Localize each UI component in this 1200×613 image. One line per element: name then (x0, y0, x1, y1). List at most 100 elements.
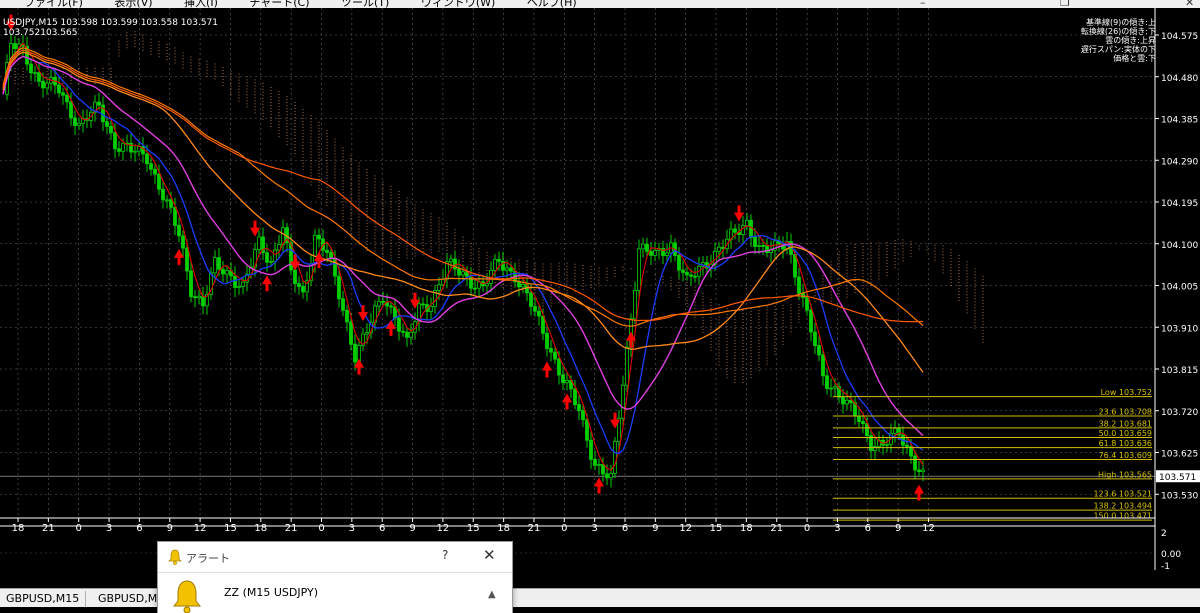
candle-body (649, 251, 653, 256)
candle-body (397, 317, 401, 332)
symbol-subtitle: 103.752103.565 (3, 28, 78, 38)
price-tick-label: 104.480 (1161, 74, 1198, 84)
candle-body (653, 250, 657, 256)
candles (5, 33, 925, 488)
candle-body (817, 345, 821, 356)
candle-body (597, 464, 601, 466)
candle-body (921, 469, 925, 473)
candle-body (565, 380, 569, 384)
candle-body (177, 224, 181, 237)
hour-tick-label: 21 (285, 523, 298, 534)
candle-body (593, 459, 597, 466)
candle-body (685, 272, 689, 276)
price-tick-label: 103.910 (1161, 324, 1198, 334)
hour-tick-label: 0 (76, 523, 82, 534)
candle-body (761, 244, 765, 247)
price-tick-label: 104.575 (1161, 32, 1198, 42)
candle-body (857, 415, 861, 422)
candle-body (181, 235, 185, 249)
candle-body (553, 351, 557, 360)
fibo-label: 23.6 103.708 (1099, 408, 1152, 417)
legend-line: 価格と雲:下 (1113, 54, 1156, 63)
subwindow-axis-label: 0.00 (1161, 550, 1181, 560)
ichimoku-status-legend: 基準線(9)の傾き:上 転換線(26)の傾き:下 雲の傾き:上昇 遅行スパン:実… (1046, 18, 1156, 63)
candle-body (341, 298, 345, 311)
candle-body (689, 274, 693, 277)
hour-tick-label: 15 (710, 523, 723, 534)
legend-line: 雲の傾き:上昇 (1105, 36, 1156, 45)
hour-tick-label: 18 (740, 523, 753, 534)
candle-body (621, 384, 625, 419)
candle-body (885, 443, 889, 446)
candle-body (97, 101, 101, 106)
help-button[interactable]: ? (442, 548, 448, 562)
moving-averages (2, 42, 924, 471)
hour-tick-label: 3 (349, 523, 355, 534)
up-arrow-icon (262, 275, 272, 292)
tab-gbpusd-m15[interactable]: GBPUSD,M15 (0, 591, 87, 607)
hour-tick-label: 6 (865, 523, 871, 534)
candle-body (533, 306, 537, 312)
scroll-up-icon[interactable]: ▲ (488, 589, 496, 600)
candle-body (677, 255, 681, 271)
candle-body (829, 387, 833, 390)
candle-body (581, 410, 585, 421)
candle-body (297, 283, 301, 287)
candle-body (33, 72, 37, 75)
candle-body (861, 421, 865, 425)
fibo-label: 123.6 103.521 (1093, 490, 1152, 499)
hour-tick-label: 15 (467, 523, 480, 534)
ichimoku-cloud (6, 31, 984, 385)
hour-tick-label: 12 (194, 523, 207, 534)
hour-tick-label: 18 (12, 523, 25, 534)
candle-body (117, 148, 121, 152)
candle-body (301, 286, 305, 293)
candle-body (805, 297, 809, 311)
candle-body (269, 261, 273, 263)
alert-close-button[interactable]: ✕ (483, 546, 496, 564)
candle-body (165, 199, 169, 202)
ma-orange-line (2, 51, 924, 373)
bell-icon (168, 549, 182, 565)
candle-body (161, 188, 165, 201)
candle-body (633, 290, 637, 320)
hour-tick-label: 0 (561, 523, 567, 534)
alert-title: アラート (186, 552, 230, 565)
ma-orange-slow-line (2, 47, 924, 327)
chart-canvas[interactable]: Low 103.752 23.6 103.708 38.2 103.68150.0 … (0, 8, 1200, 585)
candle-body (13, 43, 17, 49)
hour-tick-label: 9 (895, 523, 901, 534)
candle-body (41, 80, 45, 89)
candle-body (641, 243, 645, 250)
price-tick-label: 104.290 (1161, 157, 1198, 167)
candle-body (353, 343, 357, 363)
candle-body (149, 163, 153, 170)
fibo-label: 138.2 103.494 (1093, 502, 1152, 511)
candle-body (77, 122, 81, 127)
candle-body (557, 358, 561, 376)
candle-body (57, 84, 61, 94)
current-price-label: 103.571 (1159, 473, 1196, 483)
symbol-title: USDJPY,M15 103.598 103.599 103.558 103.5… (3, 18, 219, 28)
candle-body (645, 243, 649, 252)
candle-body (401, 330, 405, 333)
candle-body (381, 300, 385, 303)
hour-tick-label: 6 (622, 523, 628, 534)
hour-tick-label: 18 (497, 523, 510, 534)
candle-body (169, 199, 173, 208)
candle-body (105, 121, 109, 127)
hour-tick-label: 21 (42, 523, 55, 534)
hour-tick-label: 12 (437, 523, 450, 534)
candle-body (841, 396, 845, 405)
candle-body (225, 270, 229, 275)
candle-body (213, 257, 217, 274)
candle-body (73, 117, 77, 127)
candle-body (349, 321, 353, 345)
candle-body (825, 375, 829, 389)
hour-tick-label: 9 (167, 523, 173, 534)
candle-body (605, 473, 609, 479)
candle-body (461, 271, 465, 276)
hour-tick-label: 18 (254, 523, 267, 534)
price-chart[interactable]: Low 103.752 23.6 103.708 38.2 103.681 50.0 … (0, 8, 1200, 585)
hour-tick-label: 3 (591, 523, 597, 534)
